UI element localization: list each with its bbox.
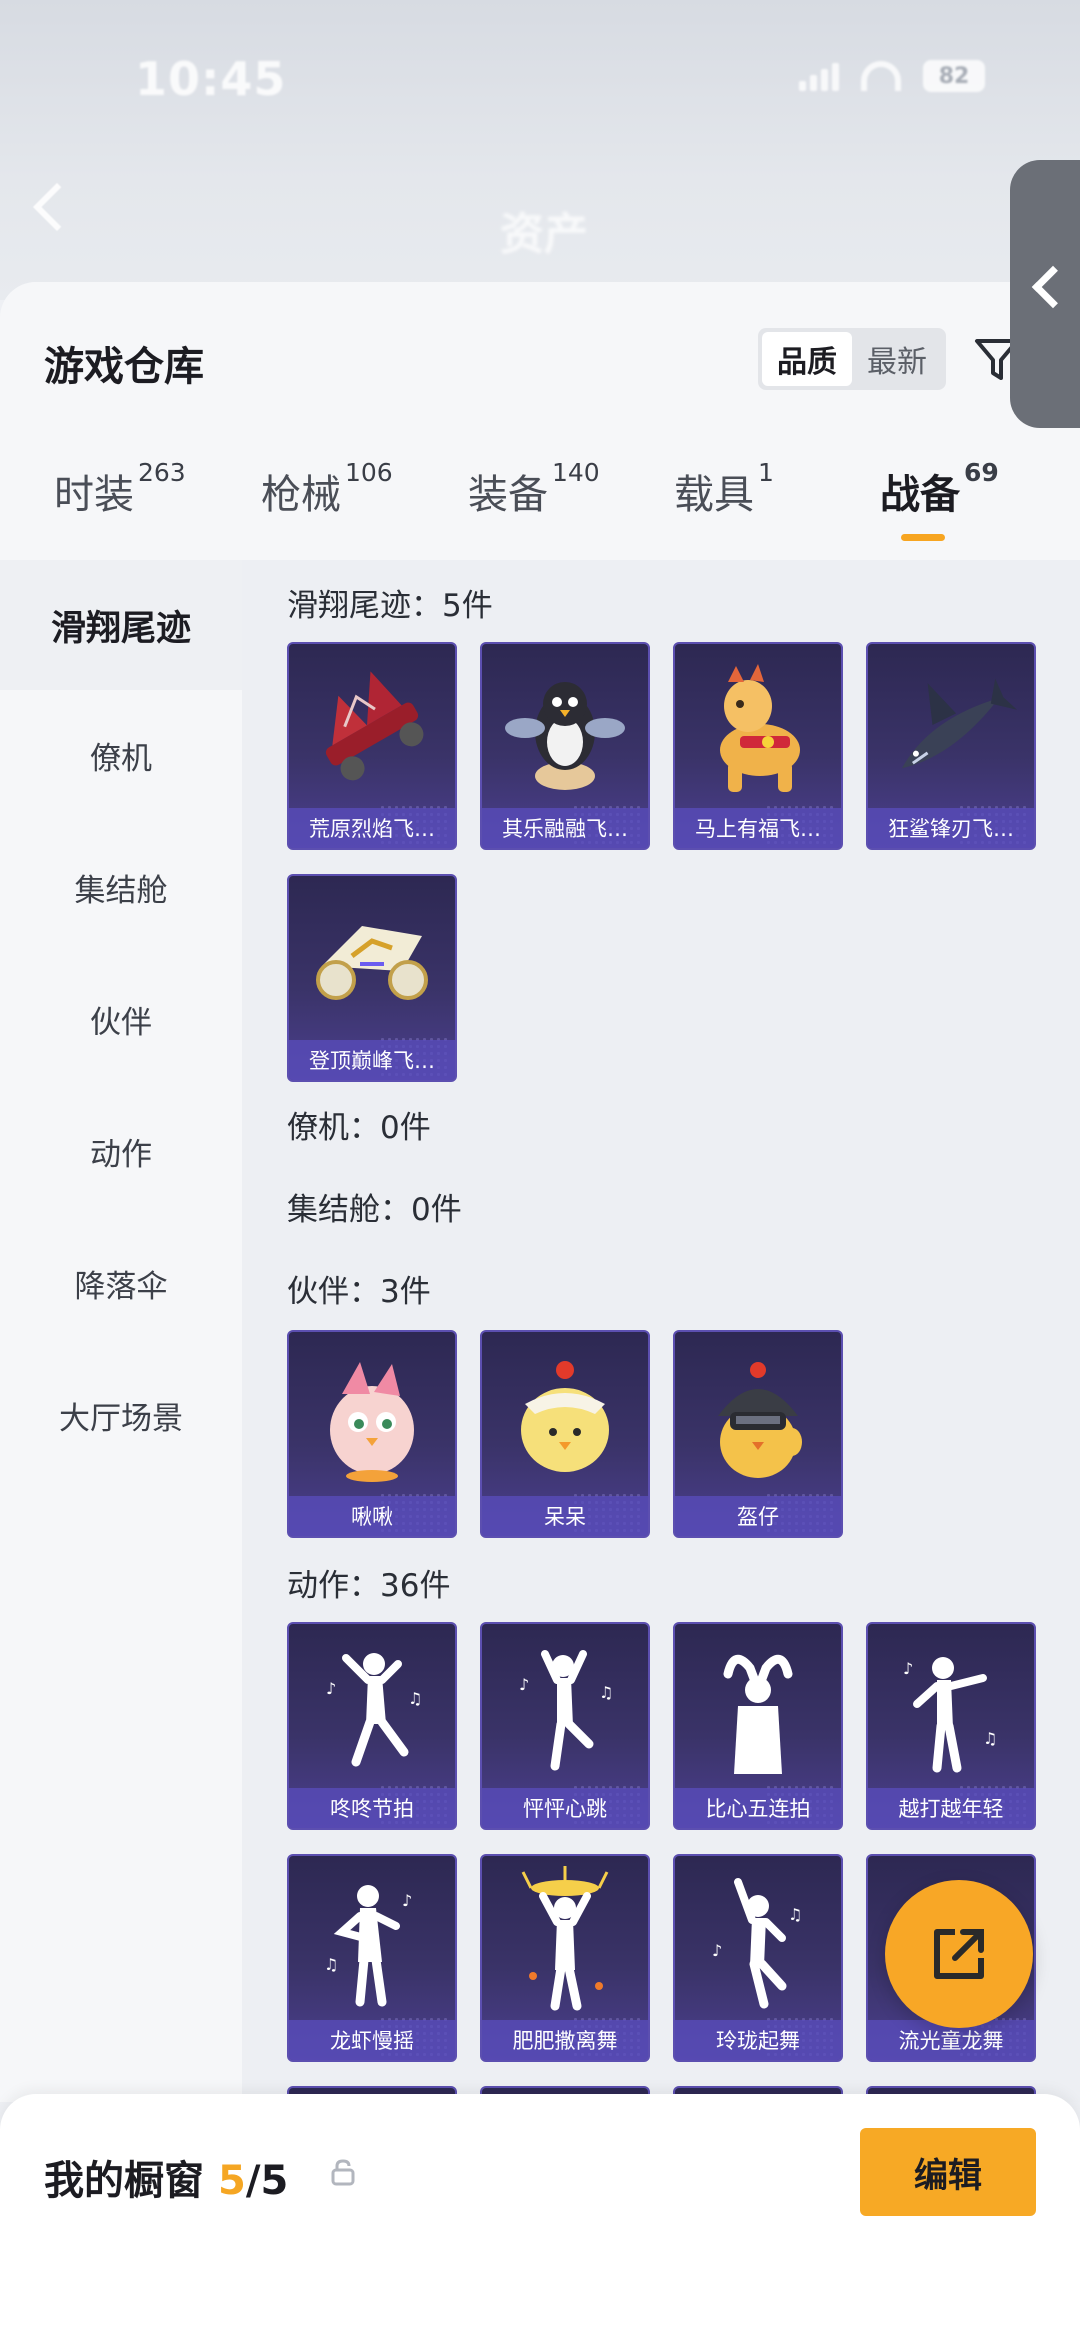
sheet-header: 游戏仓库 品质 最新 时装 263 枪械 106 装备 140 载具 1 战备 69	[0, 282, 1080, 560]
lock-icon	[331, 2159, 355, 2186]
sort-toggle: 品质 最新	[758, 328, 946, 390]
item-card-label: 越打越年轻	[868, 1788, 1034, 1828]
dance-pose-image: ♪ ♫	[482, 1630, 648, 1788]
page-title: 资产	[500, 209, 588, 260]
svg-text:♫: ♫	[408, 1689, 422, 1708]
sidebar-item-lobby-scene[interactable]: 大厅场景	[0, 1350, 242, 1480]
item-card[interactable]: 肥肥撒离舞	[480, 1854, 650, 2062]
item-card-label: 啾啾	[289, 1496, 455, 1536]
companion-image	[482, 1338, 648, 1496]
item-card-label: 玲珑起舞	[675, 2020, 841, 2060]
glide-trail-image	[675, 650, 841, 808]
sidebar-item-assembly-pod[interactable]: 集结舱	[0, 822, 242, 952]
sidebar-item-wingman[interactable]: 僚机	[0, 690, 242, 820]
svg-text:♪: ♪	[519, 1675, 529, 1694]
section-title-assembly-pod: 集结舱：0件	[287, 1192, 462, 1228]
item-card[interactable]: 啾啾	[287, 1330, 457, 1538]
share-icon	[934, 1929, 984, 1979]
companion-image	[675, 1338, 841, 1496]
warehouse-sheet: 游戏仓库 品质 最新 时装 263 枪械 106 装备 140 载具 1 战备 69 滑翔…	[0, 282, 1080, 2102]
status-time: 10:45	[135, 52, 287, 106]
item-card-label: 怦怦心跳	[482, 1788, 648, 1828]
item-list: 滑翔尾迹：5件 荒原烈焰飞… 其乐融融飞… 马上有福飞… 狂鲨锋刃飞… 登顶巅峰…	[242, 560, 1080, 2102]
item-card-label: 龙虾慢摇	[289, 2020, 455, 2060]
svg-text:♫: ♫	[983, 1729, 997, 1748]
svg-text:♪: ♪	[712, 1941, 722, 1960]
item-card[interactable]: 狂鲨锋刃飞…	[866, 642, 1036, 850]
item-card[interactable]: 登顶巅峰飞…	[287, 874, 457, 1082]
category-sidebar: 滑翔尾迹 僚机 集结舱 伙伴 动作 降落伞 大厅场景	[0, 560, 242, 2102]
item-card[interactable]: ♪ ♫ 龙虾慢摇	[287, 1854, 457, 2062]
showcase-current-count: 5	[218, 2158, 246, 2204]
sheet-title: 游戏仓库	[44, 344, 204, 390]
item-card-label: 盔仔	[675, 1496, 841, 1536]
section-title-glide-trail: 滑翔尾迹：5件	[287, 588, 493, 624]
share-button[interactable]	[885, 1880, 1033, 2028]
dance-pose-image: ♪ ♫	[289, 1862, 455, 2020]
status-icons: 82	[799, 60, 985, 92]
svg-text:♪: ♪	[402, 1891, 412, 1910]
signal-icon	[799, 61, 839, 91]
dance-pose-image: ♪ ♫	[675, 1862, 841, 2020]
section-title-emote: 动作：36件	[287, 1568, 451, 1604]
svg-text:♫: ♫	[324, 1955, 338, 1974]
sidebar-item-glide-trail[interactable]: 滑翔尾迹	[0, 560, 242, 690]
item-card[interactable]: 荒原烈焰飞…	[287, 642, 457, 850]
showcase-bar: 我的橱窗 5 / 5 编辑	[0, 2094, 1080, 2341]
side-collapse-handle[interactable]	[1010, 160, 1080, 428]
item-card[interactable]: 盔仔	[673, 1330, 843, 1538]
item-card-label: 比心五连拍	[675, 1788, 841, 1828]
sidebar-item-emote[interactable]: 动作	[0, 1086, 242, 1216]
svg-text:♪: ♪	[903, 1659, 913, 1678]
section-title-companion: 伙伴：3件	[287, 1274, 431, 1310]
svg-text:♪: ♪	[326, 1679, 336, 1698]
svg-text:♫: ♫	[788, 1905, 802, 1924]
glide-trail-image	[482, 650, 648, 808]
item-card-label: 肥肥撒离舞	[482, 2020, 648, 2060]
showcase-title: 我的橱窗 5 / 5	[44, 2158, 289, 2204]
item-card-label: 其乐融融飞…	[482, 808, 648, 848]
battery-icon: 82	[923, 60, 985, 92]
item-card-label: 呆呆	[482, 1496, 648, 1536]
item-card[interactable]: 比心五连拍	[673, 1622, 843, 1830]
chevron-left-icon	[1031, 265, 1075, 309]
active-tab-indicator	[901, 534, 945, 541]
companion-image	[289, 1338, 455, 1496]
header-background: 10:45 82 资产	[0, 0, 1080, 300]
glide-trail-image	[289, 882, 455, 1040]
item-card[interactable]: ♪ ♫ 咚咚节拍	[287, 1622, 457, 1830]
edit-showcase-button[interactable]: 编辑	[860, 2128, 1036, 2216]
svg-text:♫: ♫	[599, 1683, 613, 1702]
item-card-label: 登顶巅峰飞…	[289, 1040, 455, 1080]
back-arrow-icon[interactable]	[32, 182, 82, 232]
tab-vehicles[interactable]: 载具 1	[674, 458, 774, 520]
sort-newest-button[interactable]: 最新	[852, 332, 942, 386]
sidebar-item-parachute[interactable]: 降落伞	[0, 1218, 242, 1348]
tab-equipment[interactable]: 装备 140	[468, 458, 600, 520]
tab-guns[interactable]: 枪械 106	[261, 458, 393, 520]
item-card[interactable]: 其乐融融飞…	[480, 642, 650, 850]
item-card-label: 狂鲨锋刃飞…	[868, 808, 1034, 848]
wifi-icon	[861, 61, 901, 91]
tab-combat-prep[interactable]: 战备 69	[880, 458, 999, 520]
sidebar-item-companion[interactable]: 伙伴	[0, 954, 242, 1084]
section-title-wingman: 僚机：0件	[287, 1110, 431, 1146]
item-card[interactable]: ♪ ♫ 怦怦心跳	[480, 1622, 650, 1830]
glide-trail-image	[868, 650, 1034, 808]
item-card-label: 荒原烈焰飞…	[289, 808, 455, 848]
item-card[interactable]: ♪ ♫ 越打越年轻	[866, 1622, 1036, 1830]
tab-fashion[interactable]: 时装 263	[54, 458, 186, 520]
item-card-label: 马上有福飞…	[675, 808, 841, 848]
dance-pose-image: ♪ ♫	[868, 1630, 1034, 1788]
item-card[interactable]: 马上有福飞…	[673, 642, 843, 850]
showcase-total-count: 5	[260, 2158, 289, 2204]
item-card[interactable]: ♪ ♫ 玲珑起舞	[673, 1854, 843, 2062]
dance-pose-image	[675, 1630, 841, 1788]
item-card-label: 咚咚节拍	[289, 1788, 455, 1828]
dance-pose-image: ♪ ♫	[289, 1630, 455, 1788]
sort-quality-button[interactable]: 品质	[762, 332, 852, 386]
dance-pose-image	[482, 1862, 648, 2020]
glide-trail-image	[289, 650, 455, 808]
item-card[interactable]: 呆呆	[480, 1330, 650, 1538]
